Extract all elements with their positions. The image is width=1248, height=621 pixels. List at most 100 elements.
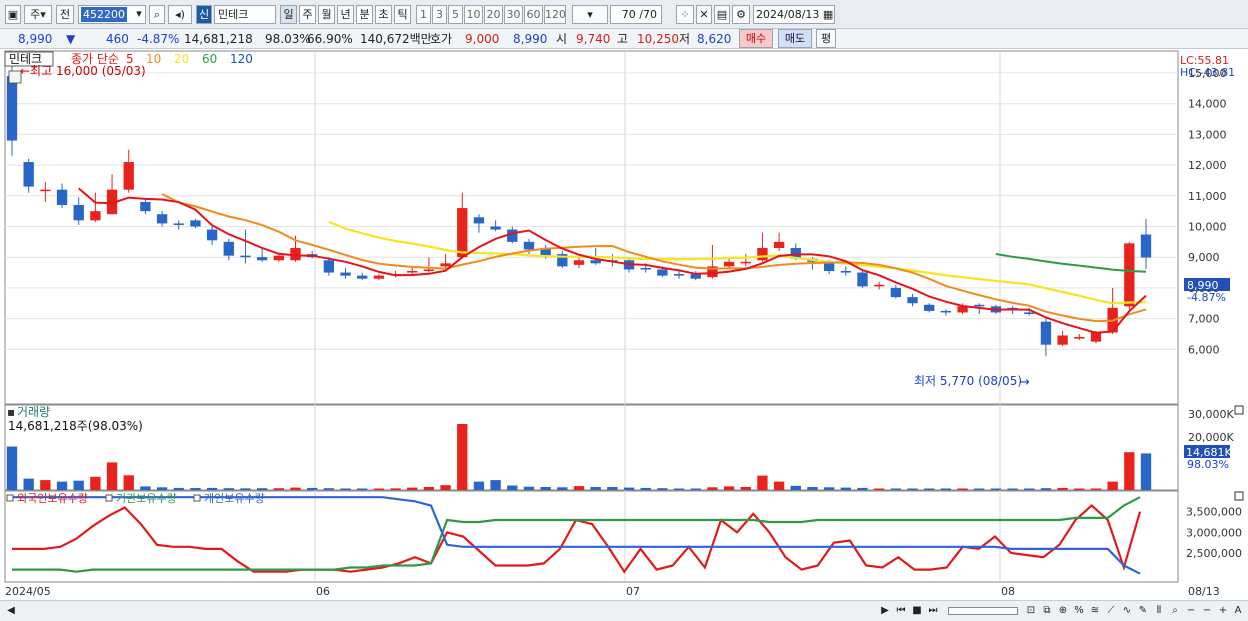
eval-button[interactable]: 평 (816, 29, 836, 48)
volume-value: 14,681,218 (184, 32, 253, 46)
period-tab-0[interactable]: 일 (280, 5, 297, 24)
minute-step-30[interactable]: 30 (504, 5, 523, 24)
trend-icon[interactable]: ⟋ (1104, 604, 1118, 618)
candle-body (723, 261, 735, 267)
candle-body (1140, 234, 1152, 258)
legend-marker-0 (6, 494, 14, 502)
quote-label: 호가 (430, 32, 453, 46)
window-icon[interactable]: ▣ (5, 5, 21, 24)
volume-bar (290, 487, 301, 490)
candle-body (573, 260, 585, 265)
compare-icon[interactable]: ≋ (1088, 604, 1102, 618)
prev-button[interactable]: 전 (56, 5, 74, 24)
date-field[interactable]: 2024/08/13 ▦ (753, 5, 835, 24)
zoom-slider[interactable] (948, 607, 1018, 615)
period-tab-1[interactable]: 주 (299, 5, 316, 24)
period-tab-5[interactable]: 초 (375, 5, 392, 24)
volume-bar (874, 488, 885, 490)
candle-body (1090, 332, 1102, 342)
grid-icon[interactable]: ⁘ (676, 5, 694, 24)
candle-body (657, 269, 668, 276)
legend-marker-1 (105, 494, 113, 502)
period-tab-6[interactable]: 틱 (394, 5, 411, 24)
minute-step-10[interactable]: 10 (464, 5, 483, 24)
candle-body (440, 263, 451, 267)
minute-step-5[interactable]: 5 (448, 5, 463, 24)
candle-body (240, 255, 251, 258)
candle-body (340, 272, 351, 276)
search-icon[interactable]: ⌕ (149, 5, 165, 24)
ma-period-20: 20 (174, 52, 189, 66)
period-tab-3[interactable]: 년 (337, 5, 354, 24)
volume-bar (673, 488, 685, 490)
volume-bar (273, 488, 284, 490)
hc-label: HC:-43.81 (1180, 66, 1235, 79)
view-mode-select[interactable]: 주▾ (24, 5, 52, 24)
buy-button[interactable]: 매수 (739, 29, 773, 48)
stock-name-field[interactable]: 민테크 (214, 5, 276, 24)
minute-step-120[interactable]: 120 (544, 5, 566, 24)
minus-icon[interactable]: − (1200, 604, 1214, 618)
draw-icon[interactable]: ✎ (1136, 604, 1150, 618)
volume-bar (907, 488, 918, 490)
candle-body (490, 226, 501, 230)
volume-bar (206, 487, 218, 490)
candle-body (757, 247, 768, 261)
calendar-icon[interactable]: ▦ (823, 8, 833, 21)
chevron-down-icon[interactable]: ▾ (132, 5, 146, 24)
stop-icon[interactable]: ■ (910, 604, 924, 618)
pct-tag-text: -4.87% (1187, 291, 1226, 304)
candle-body (773, 241, 785, 248)
volume-bar (373, 488, 385, 490)
bar-style-icon[interactable]: ⫴ (1152, 604, 1166, 618)
candle-body (173, 223, 184, 225)
candle-body (156, 214, 168, 224)
stock-chart[interactable]: 15,00014,00013,00012,00011,00010,0009,00… (0, 49, 1248, 600)
speaker-icon[interactable]: ◂) (168, 5, 192, 24)
volume-bar (73, 480, 84, 490)
scroll-right-icon[interactable]: ▶ (878, 604, 892, 618)
magnify-icon[interactable]: ⌕ (1168, 604, 1182, 618)
layout-icon[interactable]: ⧉ (1040, 604, 1054, 618)
percent-icon[interactable]: % (1072, 604, 1086, 618)
period-tab-2[interactable]: 월 (318, 5, 335, 24)
step-select[interactable]: ▾ (572, 5, 608, 24)
zoom-in-icon[interactable]: + (1216, 604, 1230, 618)
scroll-left-icon[interactable]: ◀ (4, 604, 18, 618)
cross-icon[interactable]: ✕ (696, 5, 712, 24)
gear-icon[interactable]: ⚙ (732, 5, 750, 24)
fast-forward-icon[interactable]: ⏭ (926, 604, 940, 618)
volume-bar (740, 487, 751, 490)
wave-icon[interactable]: ∿ (1120, 604, 1134, 618)
zoom-fit-icon[interactable]: ⊡ (1024, 604, 1038, 618)
minute-step-60[interactable]: 60 (524, 5, 543, 24)
candle-body (1124, 243, 1135, 307)
period-tab-4[interactable]: 분 (356, 5, 373, 24)
volume-bar (507, 485, 518, 490)
volume-tick-label: 30,000K (1188, 408, 1234, 421)
zoom-out-icon[interactable]: − (1184, 604, 1198, 618)
close-volume-panel-icon[interactable] (1234, 405, 1244, 415)
quote-bid: 8,990 (513, 32, 548, 46)
volume-bar (957, 488, 968, 490)
volume-bar (256, 488, 268, 490)
candle-body (40, 189, 51, 192)
sell-button[interactable]: 매도 (778, 29, 812, 48)
minute-step-1[interactable]: 1 (416, 5, 431, 24)
crosshair-icon[interactable]: ⊕ (1056, 604, 1070, 618)
minute-step-3[interactable]: 3 (432, 5, 447, 24)
quote-ask: 9,000 (465, 32, 500, 46)
close-holding-panel-icon[interactable] (1234, 491, 1244, 501)
save-icon[interactable]: ▤ (714, 5, 730, 24)
x-axis-label: 06 (316, 585, 330, 598)
x-axis-label: 08 (1001, 585, 1015, 598)
candle-body (357, 275, 368, 279)
volume-bar (1007, 488, 1018, 490)
auto-scale-icon[interactable]: A (1231, 604, 1245, 618)
volume-bar (106, 462, 118, 490)
rewind-icon[interactable]: ⏮ (894, 604, 908, 618)
minute-step-20[interactable]: 20 (484, 5, 503, 24)
candle-body (256, 257, 268, 261)
candle-body (523, 241, 535, 250)
chart-scroll-bar[interactable]: ◀ ▶ ⏮ ■ ⏭ ⊡ ⧉ ⊕ % ≋ ⟋ ∿ ✎ ⫴ ⌕ − − + A (0, 600, 1248, 621)
